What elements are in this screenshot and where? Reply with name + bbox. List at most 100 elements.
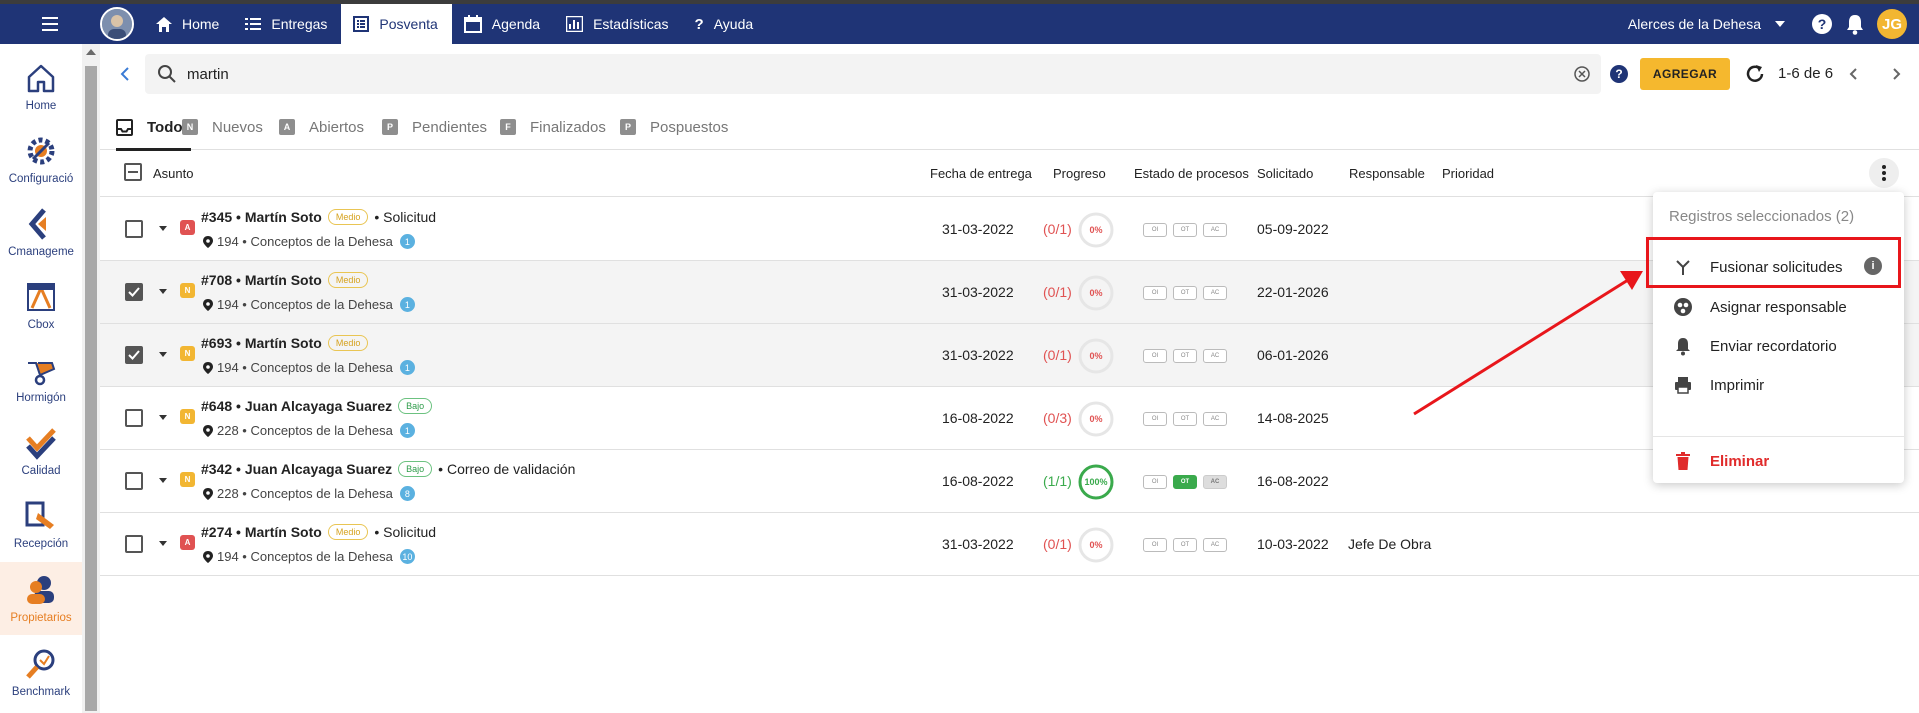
clear-search-icon[interactable]	[1573, 65, 1591, 83]
request-title[interactable]: #648 • Juan Alcayaga Suarez	[201, 398, 392, 414]
nav-estadisticas[interactable]: Estadísticas	[554, 4, 682, 44]
expand-caret-icon[interactable]	[159, 541, 167, 546]
sidebar-item-home[interactable]: Home	[0, 50, 82, 123]
sidebar-scrollbar[interactable]	[82, 44, 100, 713]
menu-item-label: Enviar recordatorio	[1710, 337, 1837, 355]
scrollbar-thumb[interactable]	[85, 66, 97, 711]
progress-ring: 0%	[1076, 399, 1116, 439]
tab-finalizados[interactable]: F Finalizados	[500, 104, 606, 150]
tab-nuevos[interactable]: N Nuevos	[182, 104, 263, 150]
sidebar-item-label: Recepción	[13, 538, 69, 550]
sidebar-item-recepcion[interactable]: Recepción	[0, 488, 82, 561]
menu-item-eliminar[interactable]: Eliminar	[1653, 438, 1904, 484]
table-row[interactable]: A #274 • Martín Soto Medio • Solicitud 1…	[100, 513, 1919, 576]
nav-entregas[interactable]: Entregas	[233, 4, 341, 44]
column-header-estado[interactable]: Estado de procesos	[1134, 166, 1249, 181]
column-header-responsable[interactable]: Responsable	[1349, 166, 1425, 181]
delivery-date: 31-03-2022	[942, 536, 1014, 552]
request-title[interactable]: #693 • Martín Soto	[201, 335, 322, 351]
table-row[interactable]: N #693 • Martín Soto Medio 194 • Concept…	[100, 324, 1919, 387]
help-icon[interactable]: ?	[1811, 13, 1833, 35]
column-header-solicitado[interactable]: Solicitado	[1257, 166, 1313, 181]
column-header-fecha[interactable]: Fecha de entrega	[930, 166, 1032, 181]
tab-pospuestos[interactable]: P Pospuestos	[620, 104, 728, 150]
pager-next-icon[interactable]	[1886, 64, 1906, 84]
sidebar-item-cbox[interactable]: Cbox	[0, 269, 82, 342]
row-checkbox[interactable]	[125, 472, 143, 490]
process-status-group: OI OT AC	[1143, 349, 1227, 363]
progress-percent: 0%	[1089, 288, 1103, 298]
assign-icon	[1674, 298, 1692, 316]
project-avatar[interactable]	[100, 7, 134, 41]
company-selector[interactable]: Alerces de la Dehesa	[1628, 16, 1785, 32]
comment-count-badge: 1	[399, 297, 415, 312]
bell-icon	[1676, 338, 1690, 356]
row-checkbox[interactable]	[125, 220, 143, 238]
nav-agenda[interactable]: Agenda	[452, 4, 554, 44]
menu-header: Registros seleccionados (2)	[1669, 208, 1855, 225]
pager-prev-icon[interactable]	[1844, 64, 1864, 84]
expand-caret-icon[interactable]	[159, 478, 167, 483]
location-pin-icon	[203, 298, 213, 311]
add-button[interactable]: AGREGAR	[1640, 58, 1730, 90]
hamburger-icon	[42, 17, 58, 31]
tab-todos[interactable]: Todos	[116, 104, 191, 151]
inbox-icon	[116, 118, 133, 136]
printer-icon	[1675, 377, 1691, 394]
tab-pendientes[interactable]: P Pendientes	[382, 104, 487, 150]
priority-badge: N	[180, 283, 195, 298]
expand-caret-icon[interactable]	[159, 289, 167, 294]
sidebar-item-label: Home	[25, 100, 57, 112]
sidebar-item-calidad[interactable]: Calidad	[0, 415, 82, 488]
menu-item-imprimir[interactable]: Imprimir	[1653, 362, 1904, 408]
request-title[interactable]: #274 • Martín Soto	[201, 524, 322, 540]
top-navbar: Home Entregas Posventa Agenda Estadístic…	[0, 4, 1919, 44]
expand-caret-icon[interactable]	[159, 415, 167, 420]
sidebar-item-configuracion[interactable]: Configuració	[0, 123, 82, 196]
table-row[interactable]: N #342 • Juan Alcayaga Suarez Bajo • Cor…	[100, 450, 1919, 513]
row-checkbox[interactable]	[125, 283, 143, 301]
process-badge: AC	[1203, 475, 1227, 489]
column-header-asunto[interactable]: Asunto	[153, 166, 193, 181]
notification-bell-icon[interactable]	[1845, 13, 1865, 35]
nav-ayuda[interactable]: ? Ayuda	[683, 4, 768, 44]
row-checkbox[interactable]	[125, 409, 143, 427]
expand-caret-icon[interactable]	[159, 352, 167, 357]
search-help-icon[interactable]: ?	[1610, 65, 1628, 83]
table-row[interactable]: N #648 • Juan Alcayaga Suarez Bajo 228 •…	[100, 387, 1919, 450]
main-content: ? AGREGAR 1-6 de 6 Todos N Nuevos A Abie…	[100, 44, 1919, 713]
sidebar-item-benchmark[interactable]: Benchmark	[0, 636, 82, 709]
location-pin-icon	[203, 487, 213, 500]
request-title[interactable]: #708 • Martín Soto	[201, 272, 322, 288]
priority-badge: A	[180, 220, 195, 235]
sidebar-item-hormigon[interactable]: Hormigón	[0, 342, 82, 415]
nav-home[interactable]: Home	[144, 4, 233, 44]
process-badge: AC	[1203, 349, 1227, 363]
column-header-progreso[interactable]: Progreso	[1053, 166, 1106, 181]
process-status-group: OI OT AC	[1143, 223, 1227, 237]
row-checkbox[interactable]	[125, 535, 143, 553]
row-checkbox[interactable]	[125, 346, 143, 364]
request-title[interactable]: #342 • Juan Alcayaga Suarez	[201, 461, 392, 477]
nav-posventa[interactable]: Posventa	[341, 4, 452, 44]
tab-abiertos[interactable]: A Abiertos	[279, 104, 364, 150]
progress-ring: 0%	[1076, 273, 1116, 313]
table-actions-button[interactable]	[1869, 158, 1899, 188]
select-all-checkbox[interactable]	[124, 163, 142, 181]
column-header-prioridad[interactable]: Prioridad	[1442, 166, 1494, 181]
scroll-up-arrow-icon[interactable]	[86, 49, 96, 55]
sidebar-item-cmanagement[interactable]: Cmanageme	[0, 196, 82, 269]
refresh-icon[interactable]	[1743, 62, 1767, 86]
user-avatar[interactable]: JG	[1877, 9, 1907, 39]
search-input[interactable]	[187, 55, 1573, 93]
quality-check-icon	[26, 428, 56, 460]
hamburger-menu-button[interactable]	[0, 4, 100, 44]
progress-fraction: (0/1)	[1043, 284, 1072, 300]
sidebar-item-propietarios[interactable]: Propietarios	[0, 562, 82, 635]
unit-label: 194 • Conceptos de la Dehesa	[217, 297, 393, 312]
expand-caret-icon[interactable]	[159, 226, 167, 231]
back-chevron-icon[interactable]	[115, 64, 135, 84]
gear-icon	[27, 137, 55, 165]
request-title[interactable]: #345 • Martín Soto	[201, 209, 322, 225]
progress-ring: 100%	[1076, 462, 1116, 502]
